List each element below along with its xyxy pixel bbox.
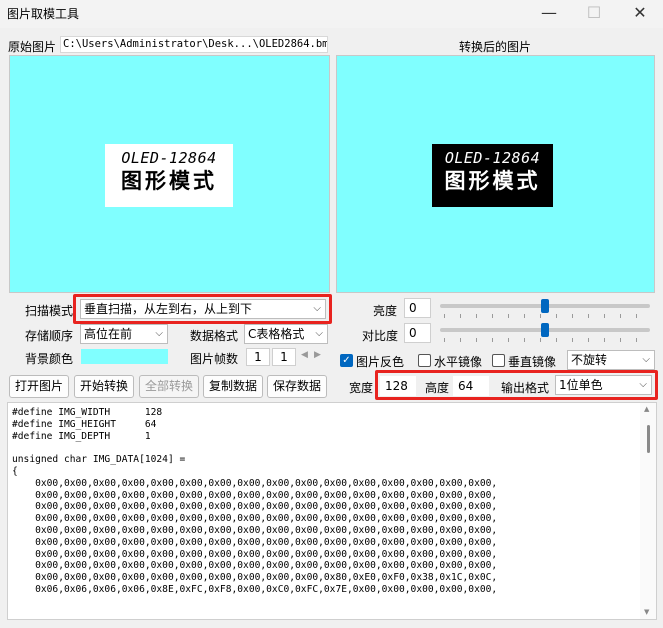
chevron-down-icon: ⌵ xyxy=(642,354,650,365)
close-button[interactable]: ✕ xyxy=(617,0,663,28)
scroll-thumb[interactable] xyxy=(647,425,650,453)
hmirror-label: 水平镜像 xyxy=(434,355,483,369)
minimize-button[interactable]: — xyxy=(526,0,572,28)
vmirror-checkbox[interactable] xyxy=(492,354,505,367)
scan-mode-highlight xyxy=(73,294,332,324)
bg-color-swatch[interactable] xyxy=(81,349,168,364)
bg-color-label: 背景颜色 xyxy=(25,352,74,366)
maximize-button[interactable]: ☐ xyxy=(571,0,617,28)
contrast-label: 对比度 xyxy=(362,329,399,343)
hmirror-checkbox[interactable] xyxy=(418,354,431,367)
frame-count-label: 图片帧数 xyxy=(190,352,239,366)
code-output-area[interactable]: #define IMG_WIDTH 128 #define IMG_HEIGHT… xyxy=(7,402,657,620)
brightness-slider-thumb[interactable] xyxy=(541,299,549,313)
brightness-value[interactable]: 0 xyxy=(404,298,431,318)
storage-order-label: 存储顺序 xyxy=(25,329,74,343)
original-image: OLED-12864 图形模式 xyxy=(105,144,233,207)
start-convert-button[interactable]: 开始转换 xyxy=(74,375,134,398)
data-format-label: 数据格式 xyxy=(190,329,239,343)
invert-checkbox[interactable]: ✓ xyxy=(340,354,353,367)
data-format-select[interactable]: C表格格式 ⌵ xyxy=(244,324,328,344)
image-text-line1: OLED-12864 xyxy=(121,149,217,167)
brightness-label: 亮度 xyxy=(373,304,398,318)
contrast-value[interactable]: 0 xyxy=(404,323,431,343)
frame-next-icon[interactable]: ▶ xyxy=(314,350,321,360)
window-title: 图片取模工具 xyxy=(7,7,80,21)
vmirror-label: 垂直镜像 xyxy=(508,355,557,369)
scan-mode-label: 扫描模式 xyxy=(25,304,74,318)
rotate-value: 不旋转 xyxy=(571,353,608,367)
frame-total[interactable]: 1 xyxy=(272,348,296,366)
converted-image-label: 转换后的图片 xyxy=(459,40,532,54)
size-output-highlight xyxy=(375,370,658,400)
open-image-button[interactable]: 打开图片 xyxy=(9,375,69,398)
width-label: 宽度 xyxy=(349,381,374,395)
converted-image: OLED-12864 图形模式 xyxy=(432,144,553,207)
data-format-value: C表格格式 xyxy=(248,327,305,341)
original-image-label: 原始图片 xyxy=(8,40,57,54)
converted-text-line2: 图形模式 xyxy=(444,168,541,193)
scroll-down-icon[interactable]: ▼ xyxy=(644,608,649,616)
brightness-ticks xyxy=(444,314,646,318)
converted-text-line1: OLED-12864 xyxy=(444,149,541,167)
chevron-down-icon: ⌵ xyxy=(155,328,163,339)
save-data-button[interactable]: 保存数据 xyxy=(267,375,327,398)
contrast-ticks xyxy=(444,338,646,342)
rotate-select[interactable]: 不旋转 ⌵ xyxy=(567,350,655,370)
convert-all-button[interactable]: 全部转换 xyxy=(139,375,199,398)
chevron-down-icon: ⌵ xyxy=(315,328,323,339)
invert-label: 图片反色 xyxy=(356,355,405,369)
storage-order-value: 高位在前 xyxy=(84,327,133,341)
storage-order-select[interactable]: 高位在前 ⌵ xyxy=(80,324,168,344)
code-text: #define IMG_WIDTH 128 #define IMG_HEIGHT… xyxy=(12,407,498,595)
code-scrollbar[interactable]: ▲ ▼ xyxy=(640,403,656,619)
scroll-up-icon[interactable]: ▲ xyxy=(644,405,649,413)
frame-current[interactable]: 1 xyxy=(246,348,270,366)
file-path-field[interactable]: C:\Users\Administrator\Desk...\OLED2864.… xyxy=(60,36,328,53)
image-text-line2: 图形模式 xyxy=(121,168,217,193)
frame-prev-icon[interactable]: ◀ xyxy=(301,350,308,360)
contrast-slider-thumb[interactable] xyxy=(541,323,549,337)
copy-data-button[interactable]: 复制数据 xyxy=(203,375,263,398)
